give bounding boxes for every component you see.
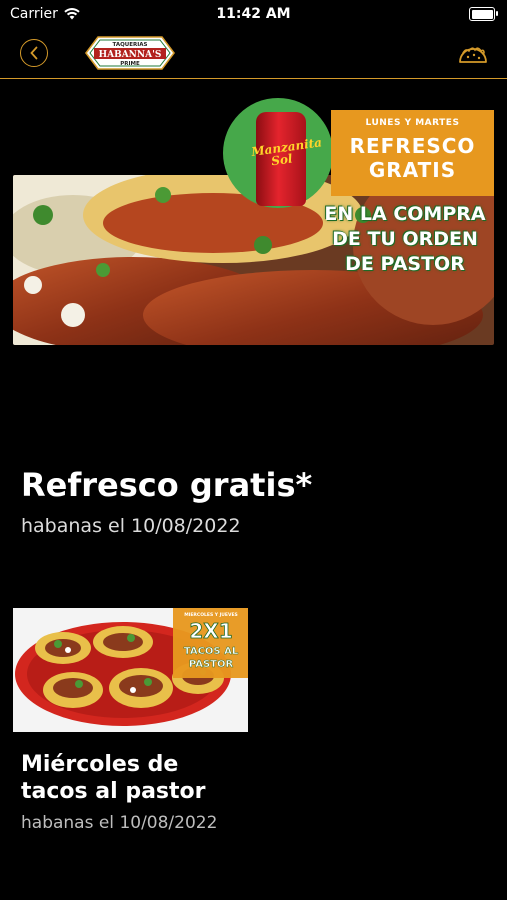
thumb-line2: PASTOR bbox=[189, 659, 234, 670]
card-title-line2: tacos al pastor bbox=[21, 779, 206, 804]
featured-title[interactable]: Refresco gratis* bbox=[21, 466, 312, 504]
logo-main-text: HABANNA'S bbox=[99, 50, 162, 60]
featured-banner[interactable]: Manzanita Sol LUNES Y MARTES REFRESCO GR… bbox=[0, 90, 507, 350]
card-title[interactable]: Miércoles de tacos al pastor bbox=[21, 751, 206, 805]
battery-icon bbox=[469, 7, 498, 21]
clock: 11:42 AM bbox=[216, 6, 291, 22]
card-meta: habanas el 10/08/2022 bbox=[21, 813, 218, 833]
thumb-promo-badge: MIERCOLES Y JUEVES 2X1 TACOS AL PASTOR bbox=[173, 608, 248, 678]
promo-detail-3: DE PASTOR bbox=[345, 253, 465, 275]
promo-detail-1: EN LA COMPRA bbox=[324, 203, 486, 225]
thumb-big: 2X1 bbox=[189, 619, 232, 643]
logo-bottom-text: PRIME bbox=[120, 61, 140, 67]
promo-line1: REFRESCO bbox=[349, 134, 476, 158]
chevron-left-icon bbox=[30, 46, 38, 60]
thumb-line1: TACOS AL bbox=[184, 646, 239, 657]
navigation-bar: TAQUERIAS HABANNA'S PRIME bbox=[0, 30, 507, 79]
habannas-logo[interactable]: TAQUERIAS HABANNA'S PRIME bbox=[84, 34, 176, 72]
featured-meta: habanas el 10/08/2022 bbox=[21, 515, 241, 537]
promo-days: LUNES Y MARTES bbox=[365, 118, 460, 128]
logo-top-text: TAQUERIAS bbox=[113, 42, 148, 48]
promo-headline: REFRESCO GRATIS bbox=[331, 134, 494, 182]
card-thumbnail[interactable]: MIERCOLES Y JUEVES 2X1 TACOS AL PASTOR bbox=[13, 608, 248, 732]
thumb-days: MIERCOLES Y JUEVES bbox=[184, 612, 238, 618]
taco-icon[interactable] bbox=[457, 40, 489, 66]
promo-detail: EN LA COMPRA DE TU ORDEN DE PASTOR bbox=[310, 202, 500, 277]
promo-line2: GRATIS bbox=[368, 158, 457, 182]
promo-box: LUNES Y MARTES REFRESCO GRATIS bbox=[331, 110, 494, 196]
card-title-line1: Miércoles de bbox=[21, 752, 179, 777]
status-bar: Carrier 11:42 AM bbox=[0, 0, 507, 30]
promo-detail-2: DE TU ORDEN bbox=[332, 228, 478, 250]
back-button[interactable] bbox=[20, 39, 48, 67]
